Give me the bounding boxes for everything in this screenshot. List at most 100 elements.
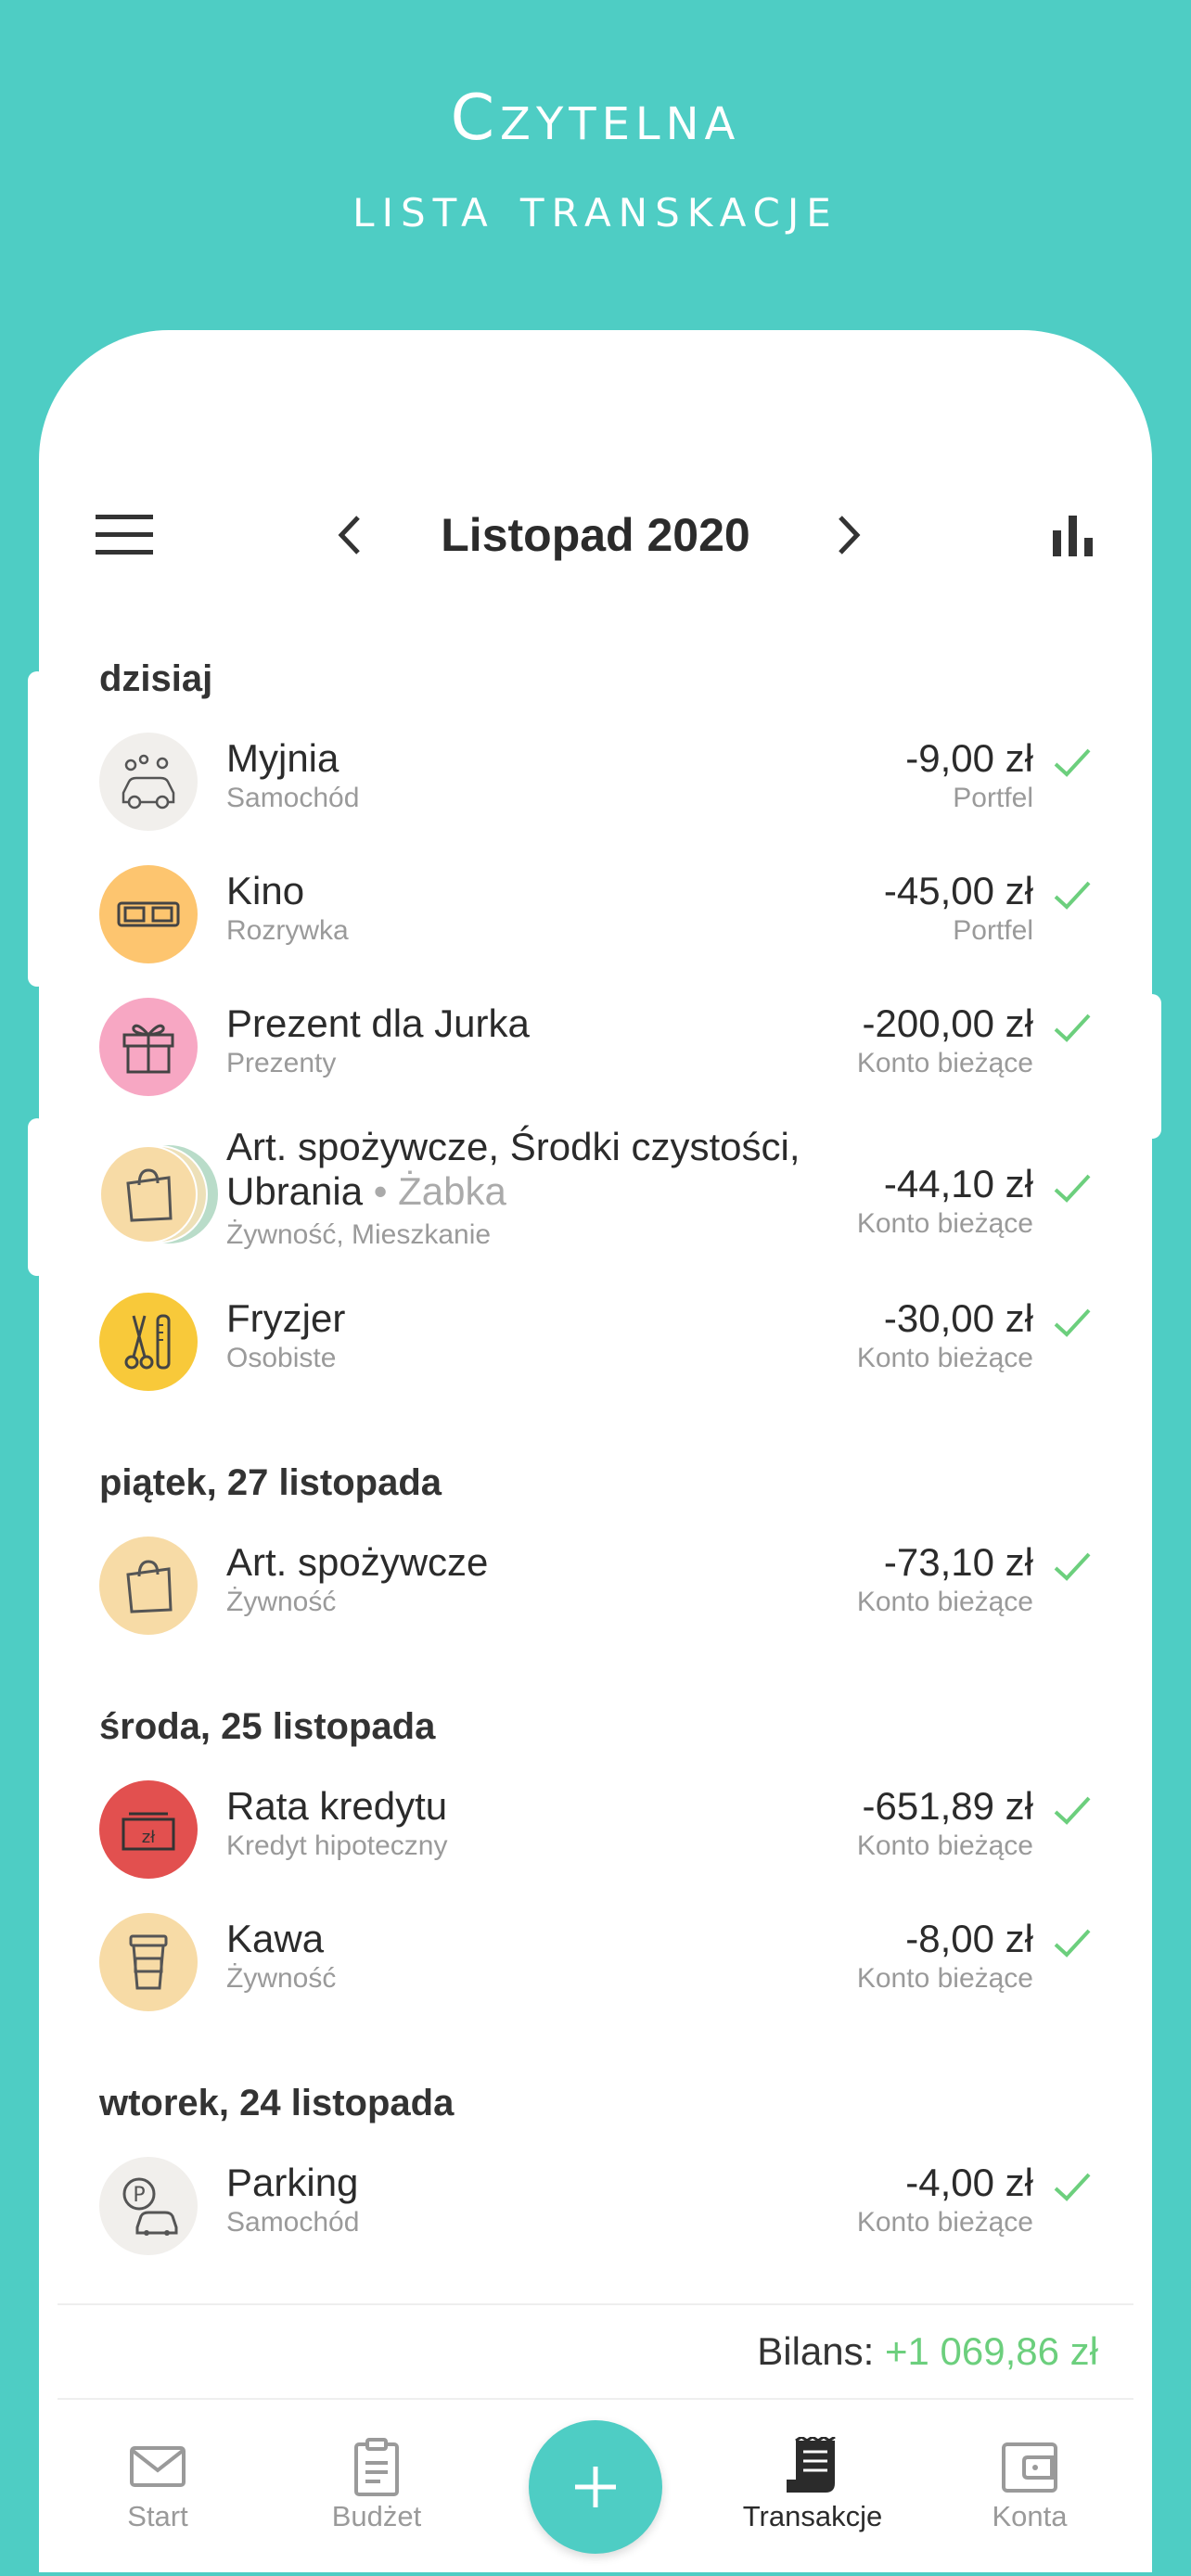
transaction-account: Konto bieżące bbox=[856, 1830, 1033, 1861]
transaction-name: Kawa bbox=[226, 1917, 325, 1960]
transaction-name: Kino bbox=[226, 869, 305, 912]
transaction-account: Konto bieżące bbox=[856, 2207, 1033, 2238]
transaction-account: Konto bieżące bbox=[856, 1208, 1033, 1239]
category-avatar: zł bbox=[99, 1780, 198, 1879]
transaction-category: Osobiste bbox=[226, 1343, 337, 1373]
transaction-row[interactable]: Kino Rozrywka -45,00 zł Portfel bbox=[39, 848, 1152, 981]
store-name: • Żabka bbox=[373, 1169, 506, 1213]
transaction-row[interactable]: P Parking Samochód -4,00 zł Konto bieżąc… bbox=[39, 2140, 1152, 2273]
day-header: środa, 25 listopada bbox=[99, 1706, 436, 1747]
transaction-row[interactable]: Art. spożywcze Żywność -73,10 zł Konto b… bbox=[39, 1520, 1152, 1652]
menu-button[interactable] bbox=[91, 503, 158, 567]
scissors-comb-icon bbox=[124, 1314, 171, 1370]
envelope-icon bbox=[130, 2446, 186, 2487]
day-header: wtorek, 24 listopada bbox=[99, 2083, 455, 2123]
receipt-icon bbox=[787, 2437, 836, 2493]
transaction-row[interactable]: Fryzjer Osobiste -30,00 zł Konto bieżące bbox=[39, 1276, 1152, 1409]
category-avatar bbox=[99, 1913, 198, 2011]
balance-value: +1 069,86 zł bbox=[884, 2329, 1098, 2373]
transaction-account: Konto bieżące bbox=[856, 1343, 1033, 1373]
transaction-row[interactable]: Myjnia Samochód -9,00 zł Portfel bbox=[39, 716, 1152, 848]
gift-icon bbox=[122, 1024, 174, 1074]
transaction-amount: -44,10 zł bbox=[883, 1162, 1033, 1205]
category-avatar bbox=[99, 733, 198, 831]
promo-title-line1: Czytelna bbox=[450, 82, 741, 155]
balance-label: Bilans: bbox=[757, 2329, 875, 2373]
transaction-name: Fryzjer bbox=[226, 1296, 346, 1340]
month-title[interactable]: Listopad 2020 bbox=[317, 475, 874, 595]
transaction-row[interactable]: zł Rata kredytu Kredyt hipoteczny -651,8… bbox=[39, 1764, 1152, 1896]
transaction-name-line1: Art. spożywcze, Środki czystości, bbox=[226, 1125, 800, 1168]
chevron-right-icon bbox=[839, 516, 861, 555]
category-avatar bbox=[99, 998, 198, 1096]
3d-glasses-icon bbox=[117, 901, 180, 927]
transaction-name: Art. spożywcze, Środki czystości, Ubrani… bbox=[226, 1125, 876, 1214]
transaction-account: Portfel bbox=[953, 915, 1033, 946]
parking-car-icon: P bbox=[122, 2177, 178, 2236]
transaction-amount: -4,00 zł bbox=[905, 2161, 1033, 2204]
transaction-row[interactable]: Prezent dla Jurka Prezenty -200,00 zł Ko… bbox=[39, 981, 1152, 1114]
svg-text:zł: zł bbox=[142, 1828, 156, 1847]
coffee-cup-icon bbox=[129, 1934, 168, 1990]
stats-button[interactable] bbox=[1041, 503, 1106, 567]
transaction-name: Prezent dla Jurka bbox=[226, 1001, 530, 1045]
clipboard-icon bbox=[354, 2438, 399, 2496]
car-wash-icon bbox=[122, 754, 175, 810]
transaction-name: Rata kredytu bbox=[226, 1784, 448, 1828]
transaction-category: Żywność bbox=[226, 1587, 337, 1617]
check-icon bbox=[1054, 1929, 1091, 1958]
nav-start-label: Start bbox=[127, 2500, 188, 2532]
transaction-account: Konto bieżące bbox=[856, 1963, 1033, 1994]
check-icon bbox=[1054, 881, 1091, 910]
transaction-amount: -9,00 zł bbox=[905, 736, 1033, 780]
transaction-list: dzisiaj Myjnia Samochód -9,00 zł Portfel bbox=[39, 642, 1152, 2273]
transaction-category: Samochód bbox=[226, 2207, 360, 2238]
transaction-name: Parking bbox=[226, 2161, 359, 2204]
transaction-category: Rozrywka bbox=[226, 915, 349, 946]
top-bar: Listopad 2020 bbox=[39, 475, 1152, 595]
transaction-amount: -45,00 zł bbox=[883, 869, 1033, 912]
svg-text:P: P bbox=[133, 2184, 145, 2207]
check-icon bbox=[1054, 1308, 1091, 1337]
transaction-amount: -73,10 zł bbox=[883, 1540, 1033, 1584]
next-month-button[interactable] bbox=[816, 503, 881, 567]
bar-chart-icon bbox=[1053, 516, 1093, 556]
nav-accounts-label: Konta bbox=[992, 2500, 1068, 2532]
transaction-name: Art. spożywcze bbox=[226, 1540, 489, 1584]
transaction-account: Konto bieżące bbox=[856, 1587, 1033, 1617]
category-avatar bbox=[99, 865, 198, 963]
check-icon bbox=[1054, 748, 1091, 777]
promo-header: Czytelna lista transkacje bbox=[0, 74, 1191, 252]
day-header: dzisiaj bbox=[99, 658, 213, 699]
balance-bar: Bilans: +1 069,86 zł bbox=[58, 2303, 1133, 2400]
transaction-account: Portfel bbox=[953, 783, 1033, 813]
promo-title-line2: lista transkacje bbox=[352, 175, 839, 240]
banknote-icon: zł bbox=[122, 1812, 175, 1851]
check-icon bbox=[1054, 2173, 1091, 2201]
bottom-nav: Start Budżet Transakcje Konta bbox=[39, 2400, 1152, 2572]
transaction-row[interactable]: Art. spożywcze, Środki czystości, Ubrani… bbox=[39, 1114, 1152, 1276]
transaction-amount: -30,00 zł bbox=[883, 1296, 1033, 1340]
category-avatar bbox=[99, 1145, 198, 1243]
nav-transactions-label: Transakcje bbox=[742, 2500, 883, 2532]
check-icon bbox=[1054, 1552, 1091, 1581]
transaction-category: Samochód bbox=[226, 783, 360, 813]
transaction-category: Żywność bbox=[226, 1963, 337, 1994]
category-avatar: P bbox=[99, 2157, 198, 2255]
add-transaction-button[interactable] bbox=[529, 2420, 662, 2554]
nav-budget-label: Budżet bbox=[331, 2500, 422, 2532]
transaction-amount: -200,00 zł bbox=[862, 1001, 1033, 1045]
transaction-row[interactable]: Kawa Żywność -8,00 zł Konto bieżące bbox=[39, 1896, 1152, 2029]
transaction-amount: -8,00 zł bbox=[905, 1917, 1033, 1960]
plus-icon bbox=[575, 2467, 616, 2507]
shopping-bag-icon bbox=[126, 1168, 173, 1222]
check-icon bbox=[1054, 1796, 1091, 1825]
transaction-account: Konto bieżące bbox=[856, 1048, 1033, 1078]
day-header: piątek, 27 listopada bbox=[99, 1462, 442, 1503]
transaction-amount: -651,89 zł bbox=[862, 1784, 1033, 1828]
category-avatar bbox=[99, 1537, 198, 1635]
transaction-category: Żywność, Mieszkanie bbox=[226, 1219, 492, 1250]
check-icon bbox=[1054, 1014, 1091, 1042]
hamburger-icon bbox=[96, 515, 153, 555]
wallet-icon bbox=[1002, 2442, 1057, 2493]
